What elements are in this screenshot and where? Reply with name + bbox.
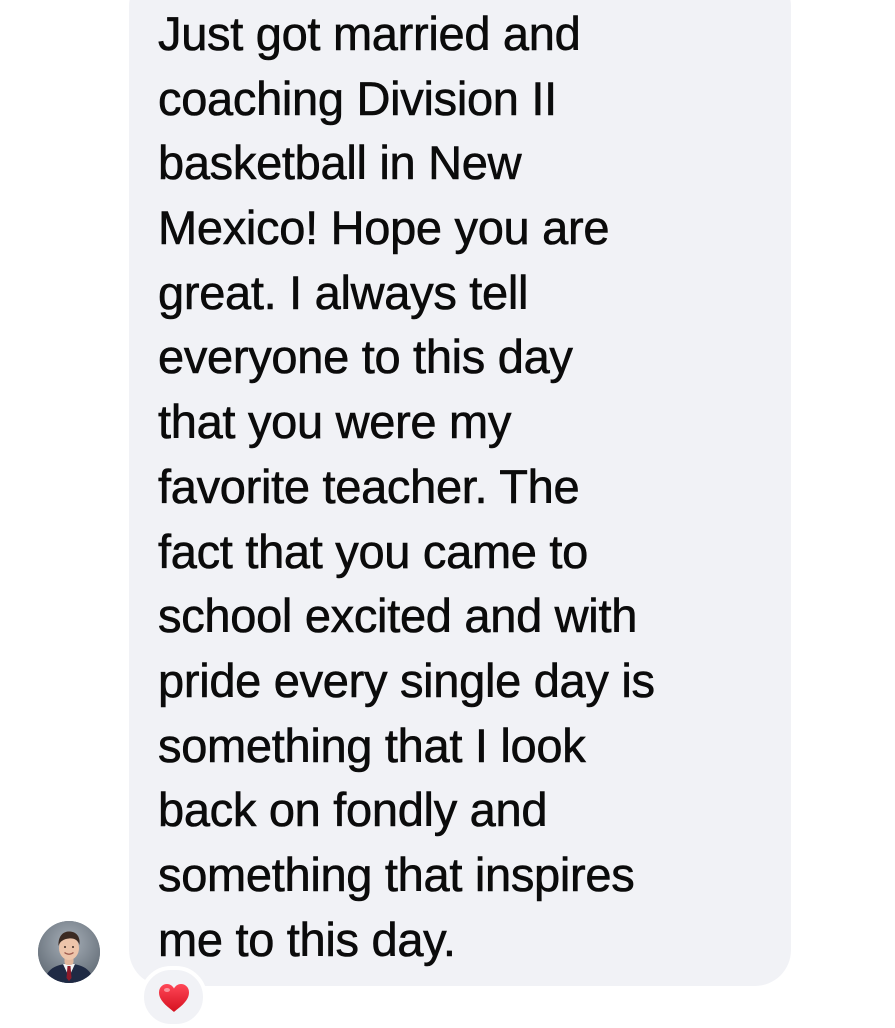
heart-reaction[interactable] bbox=[140, 966, 207, 1028]
message-line: favorite teacher. The bbox=[158, 459, 580, 514]
message-line: everyone to this day bbox=[158, 330, 574, 384]
sender-avatar[interactable] bbox=[38, 921, 100, 983]
message-line: Just got married and bbox=[158, 7, 581, 61]
heart-icon bbox=[158, 983, 189, 1012]
message-line: pride every single day is bbox=[158, 653, 656, 708]
message-line: great. I always tell bbox=[158, 265, 529, 319]
message-line: school excited and with bbox=[158, 589, 638, 643]
message-line: that you were my bbox=[158, 395, 512, 449]
person-avatar-icon bbox=[38, 921, 100, 983]
message-line: Mexico! Hope you are bbox=[158, 201, 610, 255]
message-line: coaching Division II bbox=[158, 71, 558, 125]
message-line: basketball in New bbox=[158, 136, 522, 190]
message-line: me to this day. bbox=[158, 912, 457, 966]
message-text: Just got married and coaching Division I… bbox=[158, 2, 656, 972]
message-line: something that I look bbox=[158, 718, 586, 772]
message-line: something that inspires bbox=[158, 847, 635, 902]
message-line: back on fondly and bbox=[158, 783, 548, 837]
message-line: fact that you came to bbox=[158, 524, 589, 578]
